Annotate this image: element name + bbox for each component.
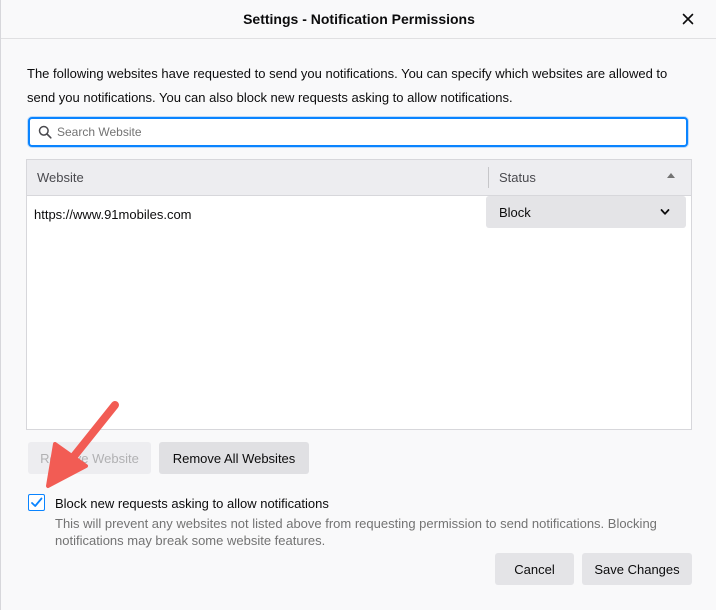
remove-website-button[interactable]: Remove Website [28,442,151,474]
column-header-status[interactable]: Status [499,170,536,185]
row-website: https://www.91mobiles.com [34,207,192,222]
column-divider[interactable] [488,167,489,188]
close-icon [682,13,694,25]
close-button[interactable] [677,8,699,30]
search-icon [38,125,52,139]
save-changes-button[interactable]: Save Changes [582,553,692,585]
cancel-button[interactable]: Cancel [495,553,574,585]
block-new-requests-label[interactable]: Block new requests asking to allow notif… [55,496,329,511]
block-new-requests-checkbox[interactable] [28,494,45,511]
notification-permissions-dialog: Settings - Notification Permissions The … [0,0,716,610]
title-bar: Settings - Notification Permissions [1,0,716,39]
block-new-requests-help: This will prevent any websites not liste… [55,516,657,548]
sort-ascending-icon [667,173,675,178]
search-input[interactable] [57,122,677,142]
dialog-title: Settings - Notification Permissions [243,11,475,27]
table-row[interactable]: https://www.91mobiles.com Block [27,196,691,232]
checkmark-icon [31,497,43,507]
dialog-description: The following websites have requested to… [27,66,668,105]
table-header: Website Status [27,160,691,196]
column-header-website[interactable]: Website [37,170,84,185]
status-dropdown[interactable]: Block [486,196,686,228]
chevron-down-icon [660,209,670,215]
remove-all-websites-button[interactable]: Remove All Websites [159,442,309,474]
search-box[interactable] [28,117,688,147]
websites-table: Website Status https://www.91mobiles.com… [26,159,692,430]
status-value: Block [499,205,531,220]
